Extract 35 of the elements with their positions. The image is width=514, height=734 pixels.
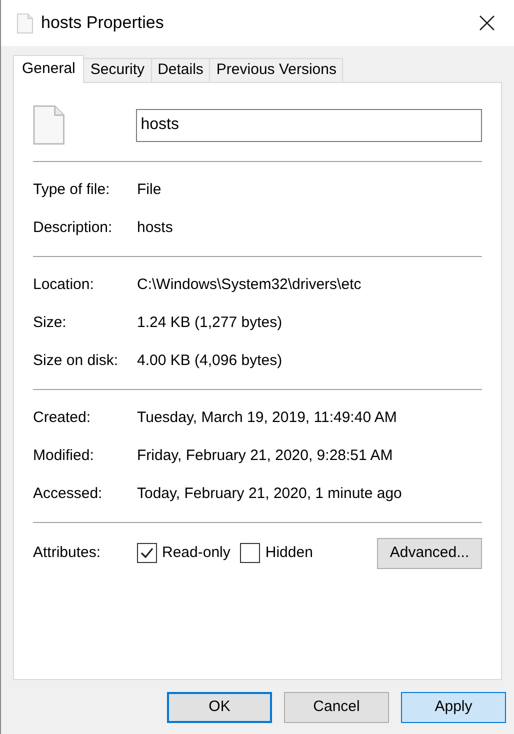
property-value: Friday, February 21, 2020, 9:28:51 AM [137,446,393,466]
property-value: 4.00 KB (4,096 bytes) [137,350,282,371]
property-label: Size on disk: [33,350,120,371]
checkbox[interactable]: Hidden [240,542,313,564]
tab[interactable]: Security [84,58,152,82]
checkbox[interactable]: Read-only [137,542,230,564]
file-name-field[interactable]: hosts [136,108,482,142]
tab[interactable]: General [13,55,84,83]
property-value: C:\Windows\System32\drivers\etc [137,274,362,295]
file-icon [33,105,65,145]
property-label: Created: [33,408,92,428]
checkbox-box[interactable] [240,543,260,563]
attributes-label: Attributes: [33,542,102,563]
check-icon [140,546,154,560]
property-label: Accessed: [33,484,104,504]
property-label: Size: [33,312,68,333]
property-value: 1.24 KB (1,277 bytes) [137,312,282,333]
property-label: Location: [33,274,95,295]
tab[interactable]: Previous Versions [210,58,344,82]
advanced-button[interactable]: Advanced... [377,538,482,568]
close-icon [479,15,495,31]
property-label: Description: [33,218,114,238]
dialog-button[interactable]: Apply [401,692,506,723]
dialog-button[interactable]: Cancel [284,692,389,723]
property-value: Today, February 21, 2020, 1 minute ago [137,484,402,504]
tab[interactable]: Details [152,58,210,82]
property-label: Modified: [33,446,95,466]
property-value: File [137,180,162,200]
property-value: Tuesday, March 19, 2019, 11:49:40 AM [137,408,397,428]
property-label: Type of file: [33,180,111,200]
file-icon [17,12,33,34]
property-value: hosts [137,218,173,238]
window-title: hosts Properties [41,12,164,34]
checkbox-box[interactable] [137,543,157,563]
dialog-button[interactable]: OK [167,692,272,723]
